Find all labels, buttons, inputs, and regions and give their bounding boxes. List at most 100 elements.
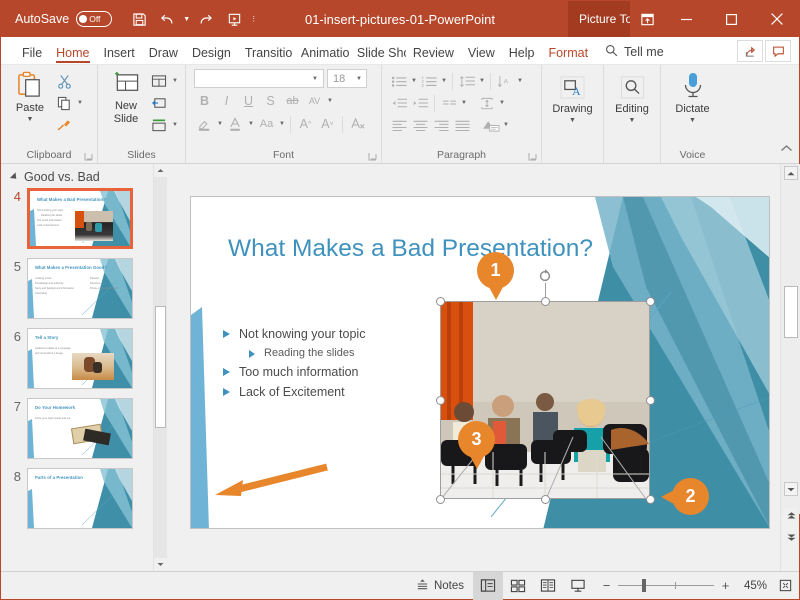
normal-view-button[interactable] [473,571,503,600]
editing-button[interactable]: Editing ▼ [609,73,655,124]
clipboard-dialog-launcher-icon[interactable] [84,152,93,161]
save-icon[interactable] [125,5,153,33]
share-icon[interactable] [737,40,763,62]
character-spacing-button[interactable]: AV [304,91,325,111]
italic-button[interactable]: I [216,91,237,111]
paste-button[interactable]: Paste ▼ [6,69,54,123]
increase-font-size-button[interactable]: A ^ [295,114,316,134]
thumbnail-item-4[interactable]: 4 What Makes a Bad Presentation? Not kno… [1,188,153,249]
slide-title[interactable]: What Makes a Bad Presentation? [228,235,593,263]
ribbon-display-options-icon[interactable] [630,1,664,37]
columns-dropdown-icon[interactable]: ▼ [460,100,468,106]
slide-scroll-down-icon[interactable] [784,482,798,496]
thumbnail-scroll-down-icon[interactable] [154,558,167,571]
slide-editing-pane[interactable]: What Makes a Bad Presentation? Not knowi… [167,164,773,571]
tab-home[interactable]: Home [49,47,96,65]
fit-to-window-button[interactable] [771,572,799,600]
underline-button[interactable]: U [238,91,259,111]
undo-dropdown-icon[interactable]: ▼ [181,5,192,33]
thumbnail-item-5[interactable]: 5 What Makes a Presentation Good? Lookin… [1,258,153,319]
bold-button[interactable]: B [194,91,215,111]
resize-handle-bottom-right[interactable] [646,495,655,504]
dictate-dropdown-icon[interactable]: ▼ [689,117,696,124]
align-text-icon[interactable] [477,93,497,113]
paste-dropdown-icon[interactable]: ▼ [27,116,34,123]
numbering-icon[interactable]: 123 [419,71,439,91]
layout-icon[interactable] [149,71,169,91]
thumbnail-slide[interactable]: Tell a Story Audience relates to a messa… [27,328,133,389]
slide-scroll-up-icon[interactable] [784,166,798,180]
text-highlight-color-icon[interactable] [194,114,215,134]
slide-scrollbar[interactable] [780,164,800,571]
picture-tools-context-tab[interactable]: Picture To... [568,1,630,37]
slide-scroll-track[interactable] [781,164,800,514]
convert-to-smartart-dropdown-icon[interactable]: ▼ [502,122,510,128]
section-header[interactable]: Good vs. Bad [1,164,153,188]
slide-thumbnail-pane[interactable]: Good vs. Bad 4 What Makes a Bad Presenta… [1,164,153,571]
next-slide-icon[interactable] [784,530,798,544]
maximize-icon[interactable] [709,1,754,37]
close-icon[interactable] [754,1,799,37]
section-icon[interactable] [149,115,169,135]
tab-review[interactable]: Review [406,47,461,65]
justify-icon[interactable] [452,115,472,135]
copy-icon[interactable] [54,93,74,113]
align-right-icon[interactable] [431,115,451,135]
drawing-button[interactable]: A Drawing ▼ [549,73,597,124]
tab-help[interactable]: Help [502,47,542,65]
character-spacing-dropdown-icon[interactable]: ▼ [326,98,334,104]
columns-icon[interactable] [439,93,459,113]
tab-view[interactable]: View [461,47,502,65]
thumbnail-item-7[interactable]: 7 Do Your Homework Know your topic insid… [1,398,153,459]
font-name-input[interactable]: ▼ [194,69,324,88]
resize-handle-middle-right[interactable] [646,396,655,405]
zoom-slider-handle[interactable] [642,579,646,592]
new-slide-button[interactable]: New Slide [103,69,149,125]
decrease-indent-icon[interactable] [389,93,409,113]
change-case-dropdown-icon[interactable]: ▼ [278,121,286,127]
collapse-ribbon-icon[interactable] [780,141,793,159]
reset-icon[interactable] [149,93,169,113]
notes-button[interactable]: Notes [407,575,473,597]
text-direction-dropdown-icon[interactable]: ▼ [516,78,524,84]
thumbnail-slide[interactable]: Parts of a Presentation [27,468,133,529]
font-size-input[interactable]: 18 ▼ [327,69,367,88]
font-color-dropdown-icon[interactable]: ▼ [247,121,255,127]
font-color-icon[interactable] [225,114,246,134]
tab-design[interactable]: Design [185,47,238,65]
strikethrough-button[interactable]: ab [282,91,303,111]
autosave-toggle[interactable]: AutoSave Off [15,11,113,27]
change-case-button[interactable]: Aa [256,114,277,134]
cut-icon[interactable] [54,71,74,91]
increase-indent-icon[interactable] [410,93,430,113]
resize-handle-top-left[interactable] [436,297,445,306]
tab-animations[interactable]: Animatio [294,47,350,65]
thumbnail-scrollbar[interactable] [153,164,167,571]
comments-icon[interactable] [765,40,791,62]
font-dialog-launcher-icon[interactable] [368,152,377,161]
tab-format[interactable]: Format [541,47,595,65]
slide-canvas[interactable]: What Makes a Bad Presentation? Not knowi… [190,196,770,529]
decrease-font-size-button[interactable]: A ˅ [317,114,338,134]
slide-sorter-view-button[interactable] [503,572,533,600]
clear-formatting-icon[interactable] [347,114,368,134]
tell-me-box[interactable]: Tell me [605,44,664,64]
dictate-button[interactable]: Dictate ▼ [669,69,717,124]
slide-bullet-list[interactable]: Not knowing your topic Reading the slide… [223,327,365,405]
highlight-dropdown-icon[interactable]: ▼ [216,121,224,127]
font-size-dropdown-icon[interactable]: ▼ [355,76,363,82]
convert-to-smartart-icon[interactable] [481,115,501,135]
zoom-in-button[interactable]: + [720,578,731,593]
font-name-dropdown-icon[interactable]: ▼ [311,76,319,82]
align-left-icon[interactable] [389,115,409,135]
zoom-slider[interactable] [618,579,714,592]
rotate-handle-icon[interactable] [538,268,553,283]
tab-slide-show[interactable]: Slide Sho [350,47,406,65]
resize-handle-top-right[interactable] [646,297,655,306]
resize-handle-bottom-left[interactable] [436,495,445,504]
thumbnail-scroll-up-icon[interactable] [154,164,167,177]
redo-icon[interactable] [192,5,220,33]
editing-dropdown-icon[interactable]: ▼ [629,117,636,124]
format-painter-icon[interactable] [54,115,74,135]
bullets-icon[interactable] [389,71,409,91]
